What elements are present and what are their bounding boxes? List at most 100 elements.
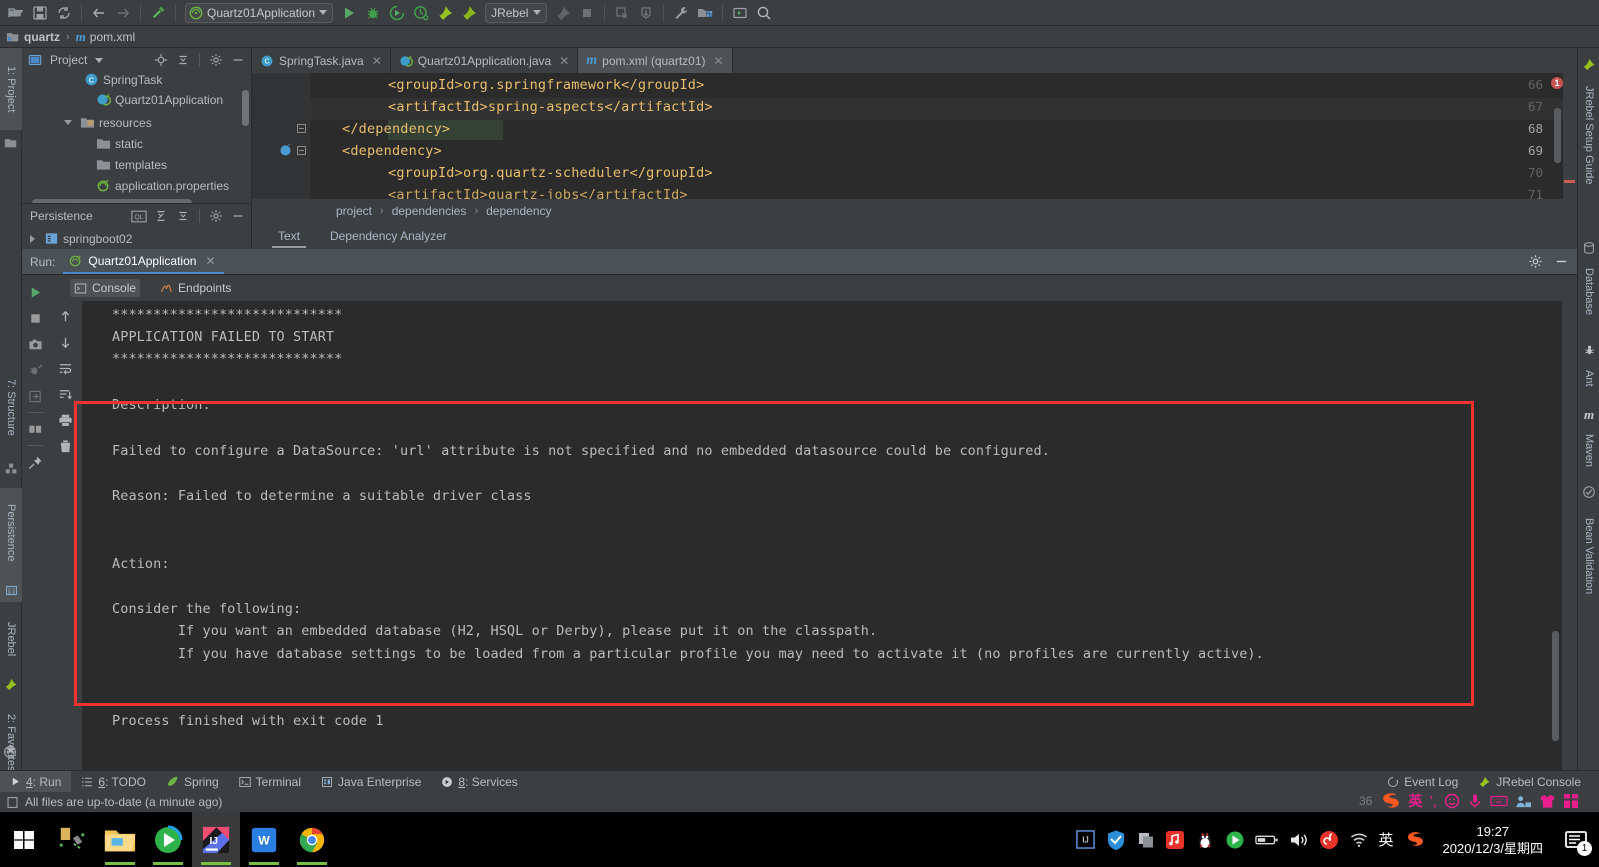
chevron-right-icon[interactable] [30,234,35,243]
forward-arrow-icon[interactable] [112,2,134,24]
close-icon[interactable]: ✕ [714,54,724,68]
ql-console-icon[interactable]: QL [130,207,148,225]
tab-terminal[interactable]: Terminal [229,771,311,793]
taskbar-google-chrome-icon[interactable] [288,812,336,867]
sidebar-item-bean-validation[interactable]: Bean Validation [1578,504,1599,608]
collapse-all-icon[interactable] [174,207,192,225]
tab-services[interactable]: 8: Services [431,771,527,793]
media-player-tray-icon[interactable] [1225,830,1245,850]
sync-icon[interactable] [53,2,75,24]
sidebar-item-persistence[interactable]: Persistence [0,488,22,578]
tab-console[interactable]: Console [70,279,141,297]
tab-pom-xml[interactable]: m pom.xml (quartz01) ✕ [578,48,733,73]
qq-music-icon[interactable] [1165,830,1185,850]
hide-icon[interactable] [229,207,247,225]
run-console-icon[interactable] [729,2,751,24]
keyboard-icon[interactable] [1490,794,1508,808]
tree-item-quartz01application[interactable]: Quartz01Application [22,89,223,110]
open-folder-icon[interactable] [5,2,27,24]
tab-endpoints[interactable]: Endpoints [156,279,235,297]
pull-icon[interactable] [635,2,657,24]
gear-icon[interactable] [1525,252,1545,272]
clear-all-icon[interactable] [52,433,78,459]
stop-square-icon[interactable] [576,2,598,24]
thread-dump-icon[interactable] [22,357,48,383]
taskbar-file-explorer-icon[interactable] [96,812,144,867]
tab-todo[interactable]: 6: TODO [71,771,156,793]
ime-english-icon[interactable]: 英 [1379,829,1394,850]
soft-wrap-icon[interactable] [52,355,78,381]
error-count-badge[interactable]: 1 [1551,77,1563,89]
collapse-all-icon[interactable] [174,51,192,69]
tab-quartz01application-java[interactable]: Quartz01Application.java ✕ [391,48,579,73]
sidebar-item-database[interactable]: Database [1578,260,1599,324]
sidebar-item-jrebel-setup-guide[interactable]: JRebel Setup Guide [1578,76,1599,194]
project-structure-icon[interactable] [694,2,716,24]
build-hammer-icon[interactable] [147,2,169,24]
rerun-icon[interactable] [22,279,48,305]
hide-icon[interactable] [229,51,247,69]
project-tree-vscrollbar[interactable] [242,90,249,126]
settings-wrench-icon[interactable] [670,2,692,24]
exit-icon[interactable] [22,383,48,409]
battery-icon[interactable] [1254,833,1279,847]
navbar-project[interactable]: quartz [6,30,60,44]
chevron-down-icon[interactable] [533,10,542,15]
tab-dependency-analyzer[interactable]: Dependency Analyzer [324,226,453,248]
sidebar-item-ant[interactable]: Ant [1578,362,1599,394]
chevron-down-icon[interactable] [319,10,328,15]
run-icon[interactable] [338,2,360,24]
breadcrumb-dependencies[interactable]: dependencies [392,204,467,218]
scroll-to-end-icon[interactable] [52,381,78,407]
close-icon[interactable]: ✕ [372,54,382,68]
taskbar-task-view-icon[interactable] [48,812,96,867]
volume-icon[interactable] [1289,831,1309,849]
sogou-ime-toolbar[interactable]: 36 英 ’, [1355,790,1599,812]
tree-item-application-properties[interactable]: application.properties [22,175,229,196]
taskbar-clock[interactable]: 19:27 2020/12/3/星期四 [1443,823,1543,857]
run-tab-quartz01application[interactable]: Quartz01Application ✕ [63,250,224,274]
run-with-coverage-icon[interactable] [386,2,408,24]
scroll-up-icon[interactable] [52,303,78,329]
breadcrumb-dependency[interactable]: dependency [486,204,551,218]
run-configuration-selector[interactable]: Quartz01Application [185,2,334,23]
jrebel-gutter-icon[interactable] [278,142,293,157]
netease-music-icon[interactable] [1319,830,1339,850]
hide-icon[interactable] [1551,252,1571,272]
copy-tray-icon[interactable] [1137,831,1155,849]
project-tree[interactable]: C SpringTask Quartz01Application resourc… [22,72,251,203]
tree-item-templates[interactable]: templates [22,154,167,175]
close-icon[interactable]: ✕ [559,54,569,68]
navbar-file[interactable]: m pom.xml [76,29,135,45]
tree-item-springboot02[interactable]: springboot02 [22,228,251,249]
user-icon[interactable] [1515,794,1532,809]
sidebar-item-maven[interactable]: Maven [1578,427,1599,475]
security-shield-icon[interactable] [1105,829,1127,851]
tab-run[interactable]: 4: Run [0,770,72,793]
camera-icon[interactable] [22,331,48,357]
chevron-down-icon[interactable] [64,120,72,125]
fold-end-marker[interactable] [297,124,306,133]
sidebar-item-project[interactable]: 1: Project [0,48,22,130]
expand-all-icon[interactable] [152,207,170,225]
save-all-icon[interactable] [29,2,51,24]
gear-icon[interactable] [207,51,225,69]
stop-icon[interactable] [552,2,574,24]
console-vertical-scrollbar[interactable] [1552,631,1559,741]
locate-target-icon[interactable] [152,51,170,69]
debug-icon[interactable] [362,2,384,24]
notification-icon[interactable]: 1 [1561,825,1592,856]
scroll-down-icon[interactable] [52,329,78,355]
update-app-icon[interactable] [611,2,633,24]
wifi-icon[interactable] [1349,832,1369,848]
layout-icon[interactable] [22,416,48,442]
tab-spring[interactable]: Spring [156,771,229,793]
voice-input-icon[interactable] [1467,793,1483,809]
breadcrumb-project[interactable]: project [336,204,372,218]
tree-item-static[interactable]: static [22,133,143,154]
apps-grid-icon[interactable] [1563,793,1579,809]
gear-icon[interactable] [207,207,225,225]
close-icon[interactable]: ✕ [205,254,215,268]
pin-icon[interactable] [22,449,48,475]
qq-penguin-icon[interactable] [1195,830,1215,850]
